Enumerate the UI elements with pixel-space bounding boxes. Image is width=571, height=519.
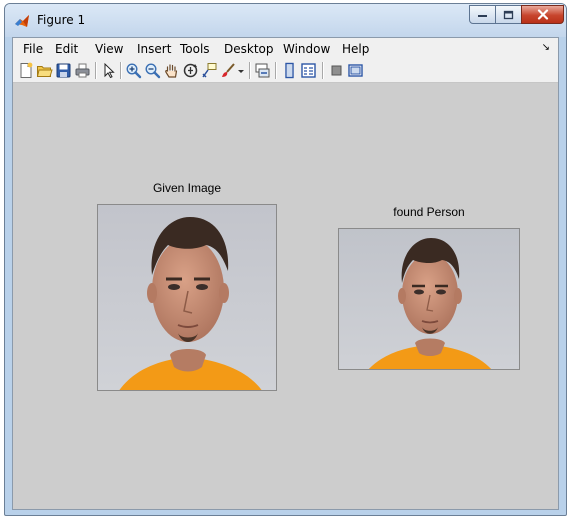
minimize-icon	[478, 15, 487, 17]
show-plot-tools-icon[interactable]	[347, 62, 364, 79]
toolbar-separator	[120, 62, 122, 79]
figure-client-area: File Edit View Insert Tools Desktop Wind…	[12, 37, 559, 510]
hide-plot-tools-icon[interactable]	[328, 62, 345, 79]
dock-arrow-icon[interactable]: ↘	[542, 42, 550, 53]
rotate-3d-icon[interactable]	[182, 62, 199, 79]
zoom-out-icon[interactable]	[144, 62, 161, 79]
found-person-title: found Person	[393, 205, 465, 219]
insert-colorbar-icon[interactable]	[281, 62, 298, 79]
given-image	[97, 204, 277, 391]
insert-legend-icon[interactable]	[300, 62, 317, 79]
close-icon	[537, 9, 548, 20]
menu-edit[interactable]: Edit	[55, 42, 78, 56]
menu-desktop[interactable]: Desktop	[224, 42, 274, 56]
print-icon[interactable]	[74, 62, 91, 79]
toolbar-separator	[275, 62, 277, 79]
found-face-photo	[339, 229, 519, 369]
given-face-photo	[98, 205, 276, 390]
figure-toolbar	[13, 59, 558, 83]
open-file-icon[interactable]	[36, 62, 53, 79]
menu-help[interactable]: Help	[342, 42, 369, 56]
link-plot-icon[interactable]	[254, 62, 271, 79]
figure-window: Figure 1 File Edit View Insert Tools Des…	[4, 3, 567, 516]
toolbar-separator	[322, 62, 324, 79]
menu-tools[interactable]: Tools	[180, 42, 210, 56]
zoom-in-icon[interactable]	[125, 62, 142, 79]
maximize-button[interactable]	[495, 5, 522, 24]
new-figure-icon[interactable]	[17, 62, 34, 79]
brush-dropdown-icon[interactable]	[237, 62, 245, 79]
close-button[interactable]	[521, 5, 564, 24]
matlab-logo-icon	[15, 15, 29, 27]
pan-hand-icon[interactable]	[163, 62, 180, 79]
given-image-title: Given Image	[152, 181, 222, 195]
window-title: Figure 1	[37, 13, 86, 27]
toolbar-separator	[95, 62, 97, 79]
toolbar-separator	[249, 62, 251, 79]
save-icon[interactable]	[55, 62, 72, 79]
brush-icon[interactable]	[220, 62, 237, 79]
menu-bar: File Edit View Insert Tools Desktop Wind…	[13, 38, 558, 60]
minimize-button[interactable]	[469, 5, 496, 24]
title-bar[interactable]: Figure 1	[5, 4, 566, 37]
menu-view[interactable]: View	[95, 42, 123, 56]
maximize-icon	[503, 10, 514, 19]
menu-file[interactable]: File	[23, 42, 43, 56]
found-person-image	[338, 228, 520, 370]
data-cursor-icon[interactable]	[201, 62, 218, 79]
edit-plot-arrow-icon[interactable]	[100, 62, 117, 79]
menu-window[interactable]: Window	[283, 42, 330, 56]
menu-insert[interactable]: Insert	[137, 42, 171, 56]
